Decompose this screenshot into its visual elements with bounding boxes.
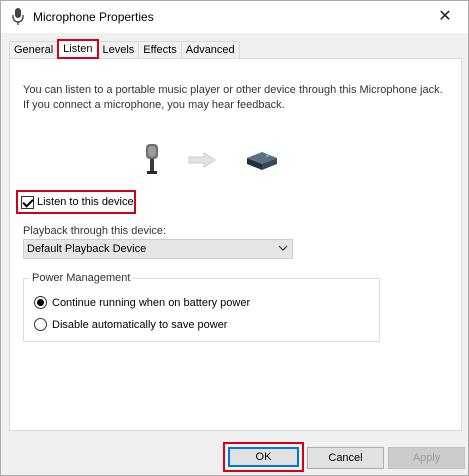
window-title: Microphone Properties — [33, 10, 154, 24]
ok-button-face[interactable]: OK — [228, 447, 299, 467]
listen-device-illustration — [10, 142, 463, 182]
power-management-group: Power Management Continue running when o… — [23, 272, 380, 342]
tab-general[interactable]: General — [9, 41, 59, 59]
radio-continue-running[interactable]: Continue running when on battery power — [34, 296, 250, 309]
radio-continue-running-label[interactable]: Continue running when on battery power — [52, 297, 250, 309]
title-bar[interactable]: Microphone Properties ✕ — [1, 1, 468, 33]
microphone-icon — [146, 144, 158, 174]
listen-tab-panel: You can listen to a portable music playe… — [9, 58, 462, 431]
power-management-title: Power Management — [30, 272, 133, 284]
microphone-properties-window: Microphone Properties ✕ General Listen L… — [0, 0, 469, 476]
playback-device-label: Playback through this device: — [23, 225, 167, 237]
radio-button-selected[interactable] — [34, 296, 47, 309]
speaker-device-icon — [247, 152, 277, 170]
radio-button-unselected[interactable] — [34, 318, 47, 331]
tab-listen[interactable]: Listen — [57, 39, 99, 59]
checkbox-checked[interactable] — [21, 195, 34, 209]
ok-button[interactable]: OK — [223, 442, 304, 472]
listen-checkbox-label[interactable]: Listen to this device — [37, 196, 134, 208]
chevron-down-icon — [278, 245, 288, 251]
playback-device-select[interactable]: Default Playback Device — [23, 239, 293, 259]
listen-to-device-checkbox[interactable]: Listen to this device — [16, 190, 136, 214]
arrow-right-icon — [188, 152, 216, 168]
tab-advanced[interactable]: Advanced — [180, 41, 240, 59]
radio-disable-automatically-label[interactable]: Disable automatically to save power — [52, 319, 227, 331]
tab-strip: General Listen Levels Effects Advanced — [9, 39, 240, 59]
apply-button[interactable]: Apply — [388, 447, 465, 469]
close-icon[interactable]: ✕ — [438, 9, 451, 25]
listen-description: You can listen to a portable music playe… — [23, 84, 443, 111]
cancel-button[interactable]: Cancel — [307, 447, 384, 469]
close-button[interactable]: ✕ — [422, 1, 468, 33]
radio-disable-automatically[interactable]: Disable automatically to save power — [34, 318, 227, 331]
tab-effects[interactable]: Effects — [138, 41, 182, 59]
playback-device-value: Default Playback Device — [27, 243, 147, 255]
microphone-icon — [12, 8, 24, 25]
tab-levels[interactable]: Levels — [97, 41, 140, 59]
